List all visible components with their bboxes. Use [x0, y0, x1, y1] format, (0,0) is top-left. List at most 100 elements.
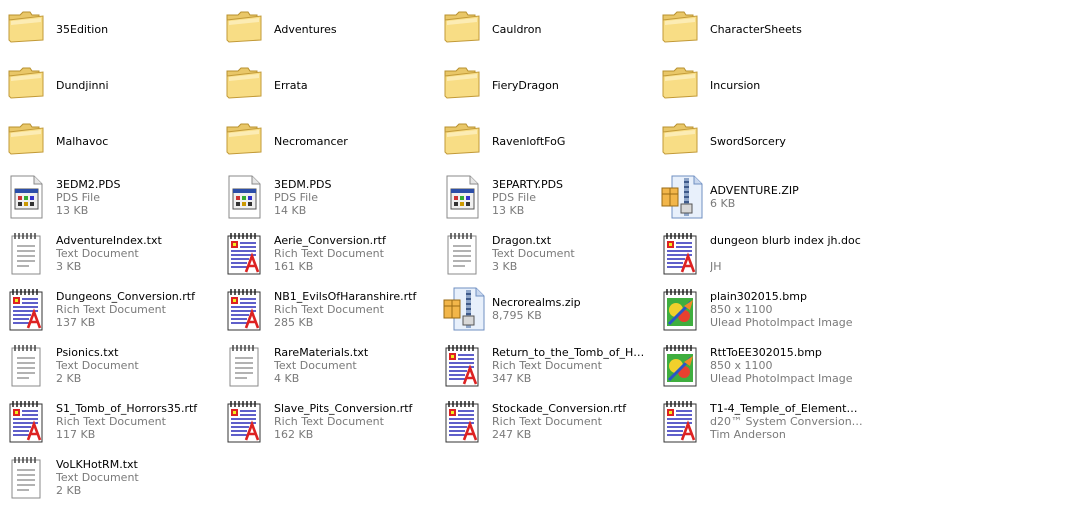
file-name: Necromancer — [274, 135, 348, 148]
file-label: Return_to_the_Tomb_of_Horr... Rich Text D… — [492, 346, 646, 385]
file-item[interactable]: VoLKHotRM.txt Text Document 2 KB — [0, 452, 210, 502]
file-item[interactable]: ADVENTURE.ZIP 6 KB — [654, 172, 864, 222]
file-detail: 13 KB — [56, 204, 89, 217]
file-label: S1_Tomb_of_Horrors35.rtf Rich Text Docume… — [56, 402, 210, 441]
file-item[interactable]: Adventures — [218, 4, 428, 54]
file-name: Aerie_Conversion.rtf — [274, 234, 386, 247]
file-item[interactable]: Malhavoc — [0, 116, 210, 166]
file-detail: 161 KB — [274, 260, 314, 273]
file-item[interactable]: Errata — [218, 60, 428, 110]
file-item[interactable]: S1_Tomb_of_Horrors35.rtf Rich Text Docume… — [0, 396, 210, 446]
file-detail: Rich Text Document — [492, 359, 602, 372]
file-label: 35Edition — [56, 23, 210, 36]
file-label: plain302015.bmp 850 x 1100 Ulead PhotoImpa… — [710, 290, 864, 329]
file-detail: Rich Text Document — [274, 247, 384, 260]
file-item[interactable]: RavenloftFoG — [436, 116, 646, 166]
file-detail: Text Document — [274, 359, 357, 372]
file-detail: 2 KB — [56, 484, 82, 497]
file-item[interactable]: RareMaterials.txt Text Document 4 KB — [218, 340, 428, 390]
folder-icon — [6, 118, 50, 164]
file-name: CharacterSheets — [710, 23, 802, 36]
file-item[interactable]: dungeon blurb index jh.doc JH — [654, 228, 864, 278]
pds-file-icon — [6, 174, 50, 220]
file-name: 3EDM2.PDS — [56, 178, 121, 191]
file-item[interactable]: Return_to_the_Tomb_of_Horr... Rich Text D… — [436, 340, 646, 390]
folder-icon — [442, 118, 486, 164]
file-detail: 850 x 1100 — [710, 303, 773, 316]
file-item[interactable]: FieryDragon — [436, 60, 646, 110]
file-name: dungeon blurb index jh.doc — [710, 234, 861, 247]
file-item[interactable]: Dundjinni — [0, 60, 210, 110]
file-name: RttToEE302015.bmp — [710, 346, 822, 359]
file-item[interactable]: 3EDM2.PDS PDS File 13 KB — [0, 172, 210, 222]
file-name: Malhavoc — [56, 135, 109, 148]
file-item[interactable]: Necromancer — [218, 116, 428, 166]
file-name: Dragon.txt — [492, 234, 552, 247]
file-item[interactable]: Necrorealms.zip 8,795 KB — [436, 284, 646, 334]
file-detail: 137 KB — [56, 316, 96, 329]
file-item[interactable]: Cauldron — [436, 4, 646, 54]
file-label: RavenloftFoG — [492, 135, 646, 148]
file-detail: d20™ System Conversion of: — [710, 415, 864, 428]
file-label: 3EPARTY.PDS PDS File 13 KB — [492, 178, 646, 217]
file-item[interactable]: Incursion — [654, 60, 864, 110]
folder-icon — [224, 6, 268, 52]
file-label: RareMaterials.txt Text Document 4 KB — [274, 346, 428, 385]
file-item[interactable]: SwordSorcery — [654, 116, 864, 166]
file-name: RavenloftFoG — [492, 135, 566, 148]
file-label: VoLKHotRM.txt Text Document 2 KB — [56, 458, 210, 497]
file-label: Incursion — [710, 79, 864, 92]
file-detail: Text Document — [56, 471, 139, 484]
file-name: 3EPARTY.PDS — [492, 178, 564, 191]
file-item[interactable]: 3EPARTY.PDS PDS File 13 KB — [436, 172, 646, 222]
file-item[interactable]: RttToEE302015.bmp 850 x 1100 Ulead PhotoIm… — [654, 340, 864, 390]
folder-icon — [442, 6, 486, 52]
file-name: SwordSorcery — [710, 135, 786, 148]
file-item[interactable]: 35Edition — [0, 4, 210, 54]
folder-icon — [660, 62, 704, 108]
file-item[interactable]: Slave_Pits_Conversion.rtf Rich Text Docum… — [218, 396, 428, 446]
file-name: FieryDragon — [492, 79, 559, 92]
file-item[interactable]: Dragon.txt Text Document 3 KB — [436, 228, 646, 278]
file-detail: 6 KB — [710, 197, 736, 210]
folder-icon — [660, 6, 704, 52]
file-label: 3EDM.PDS PDS File 14 KB — [274, 178, 428, 217]
rich-text-document-icon — [224, 230, 268, 276]
file-item[interactable]: T1-4_Temple_of_Elemental_E... d20™ System… — [654, 396, 864, 446]
pds-file-icon — [442, 174, 486, 220]
file-item[interactable]: CharacterSheets — [654, 4, 864, 54]
file-item[interactable]: plain302015.bmp 850 x 1100 Ulead PhotoImpa… — [654, 284, 864, 334]
file-detail: PDS File — [56, 191, 100, 204]
file-name: Errata — [274, 79, 308, 92]
file-detail: 3 KB — [492, 260, 518, 273]
file-detail: 162 KB — [274, 428, 314, 441]
folder-icon — [224, 118, 268, 164]
file-detail: 4 KB — [274, 372, 300, 385]
file-item[interactable]: AdventureIndex.txt Text Document 3 KB — [0, 228, 210, 278]
file-item[interactable]: Dungeons_Conversion.rtf Rich Text Documen… — [0, 284, 210, 334]
file-name: S1_Tomb_of_Horrors35.rtf — [56, 402, 198, 415]
rich-text-document-icon — [6, 286, 50, 332]
rich-text-document-icon — [442, 398, 486, 444]
file-name: Dundjinni — [56, 79, 109, 92]
file-item[interactable]: NB1_EvilsOfHaranshire.rtf Rich Text Docum… — [218, 284, 428, 334]
file-name: Stockade_Conversion.rtf — [492, 402, 627, 415]
file-detail: Text Document — [56, 359, 139, 372]
file-list-view[interactable]: 35Edition Adventures Cauldron CharacterShee… — [0, 0, 1073, 509]
file-detail: 14 KB — [274, 204, 307, 217]
file-item[interactable]: Stockade_Conversion.rtf Rich Text Documen… — [436, 396, 646, 446]
file-item[interactable]: Psionics.txt Text Document 2 KB — [0, 340, 210, 390]
file-item[interactable]: 3EDM.PDS PDS File 14 KB — [218, 172, 428, 222]
file-detail: Rich Text Document — [274, 415, 384, 428]
rich-text-document-icon — [6, 398, 50, 444]
file-detail: Rich Text Document — [56, 303, 166, 316]
file-item[interactable]: Aerie_Conversion.rtf Rich Text Document 16… — [218, 228, 428, 278]
folder-icon — [6, 6, 50, 52]
file-label: SwordSorcery — [710, 135, 864, 148]
file-label: 3EDM2.PDS PDS File 13 KB — [56, 178, 210, 217]
rich-text-document-icon — [660, 230, 704, 276]
file-name: Adventures — [274, 23, 337, 36]
rich-text-document-icon — [224, 398, 268, 444]
file-label: NB1_EvilsOfHaranshire.rtf Rich Text Docum… — [274, 290, 428, 329]
file-detail: Rich Text Document — [492, 415, 602, 428]
